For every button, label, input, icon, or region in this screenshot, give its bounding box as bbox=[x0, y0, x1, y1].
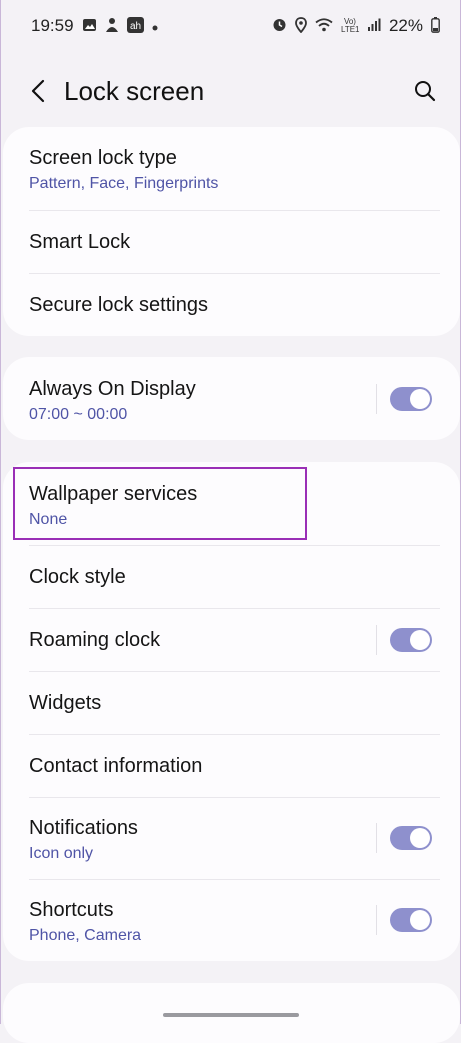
always-on-display-item[interactable]: Always On Display 07:00 ~ 00:00 bbox=[3, 357, 460, 440]
item-title: Always On Display bbox=[29, 378, 196, 400]
shortcuts-toggle[interactable] bbox=[390, 908, 432, 932]
item-title: Clock style bbox=[29, 566, 126, 588]
toggle-knob bbox=[410, 828, 430, 848]
gesture-nav-pill[interactable] bbox=[163, 1013, 299, 1017]
roaming-clock-item[interactable]: Roaming clock bbox=[3, 609, 460, 671]
item-subtitle: Icon only bbox=[29, 845, 94, 862]
signal-icon bbox=[367, 18, 381, 35]
toggle-separator bbox=[376, 823, 377, 853]
always-on-display-toggle[interactable] bbox=[390, 387, 432, 411]
notifications-item[interactable]: Notifications Icon only bbox=[3, 798, 460, 879]
alarm-icon bbox=[272, 17, 287, 35]
widgets-item[interactable]: Widgets bbox=[3, 672, 460, 734]
wifi-icon bbox=[315, 17, 333, 35]
item-title: Notifications bbox=[29, 817, 138, 839]
status-bar: 19:59 ah Vo) LTE1 22% bbox=[1, 0, 461, 52]
app-bar: Lock screen bbox=[1, 62, 461, 122]
screen-lock-type-item[interactable]: Screen lock type Pattern, Face, Fingerpr… bbox=[3, 127, 460, 210]
toggle-separator bbox=[376, 625, 377, 655]
toggle-separator bbox=[376, 905, 377, 935]
shortcuts-item[interactable]: Shortcuts Phone, Camera bbox=[3, 880, 460, 961]
item-title: Roaming clock bbox=[29, 629, 161, 651]
battery-percent: 22% bbox=[388, 16, 423, 35]
item-title: Contact information bbox=[29, 755, 203, 777]
volte-icon: Vo) LTE1 bbox=[340, 17, 360, 34]
notifications-toggle[interactable] bbox=[390, 826, 432, 850]
page-title: Lock screen bbox=[64, 76, 205, 106]
item-subtitle: 07:00 ~ 00:00 bbox=[29, 406, 128, 423]
dot-icon bbox=[152, 18, 158, 34]
item-title: Screen lock type bbox=[29, 147, 177, 169]
secure-lock-settings-item[interactable]: Secure lock settings bbox=[3, 274, 460, 336]
item-subtitle: Pattern, Face, Fingerprints bbox=[29, 175, 219, 192]
notification-icon: ah bbox=[126, 16, 144, 36]
item-subtitle: Phone, Camera bbox=[29, 927, 142, 944]
contact-information-item[interactable]: Contact information bbox=[3, 735, 460, 797]
toggle-separator bbox=[376, 384, 377, 414]
location-icon bbox=[295, 16, 307, 36]
toggle-knob bbox=[410, 630, 430, 650]
item-title: Secure lock settings bbox=[29, 294, 208, 316]
item-title: Shortcuts bbox=[29, 899, 114, 921]
item-title: Smart Lock bbox=[29, 231, 131, 253]
roaming-clock-toggle[interactable] bbox=[390, 628, 432, 652]
highlight-box bbox=[13, 467, 307, 540]
app-icon bbox=[105, 17, 119, 36]
toggle-knob bbox=[410, 389, 430, 409]
back-arrow-icon[interactable] bbox=[23, 76, 53, 106]
security-section: Screen lock type Pattern, Face, Fingerpr… bbox=[3, 127, 460, 336]
toggle-knob bbox=[410, 910, 430, 930]
battery-icon bbox=[431, 16, 440, 36]
smart-lock-item[interactable]: Smart Lock bbox=[3, 211, 460, 273]
clock-style-item[interactable]: Clock style bbox=[3, 546, 460, 608]
svg-text:ah: ah bbox=[129, 21, 140, 32]
item-title: Widgets bbox=[29, 692, 102, 714]
search-icon[interactable] bbox=[410, 76, 440, 106]
display-section: Always On Display 07:00 ~ 00:00 bbox=[3, 357, 460, 440]
status-time: 19:59 bbox=[31, 16, 74, 35]
gallery-icon bbox=[82, 18, 97, 35]
